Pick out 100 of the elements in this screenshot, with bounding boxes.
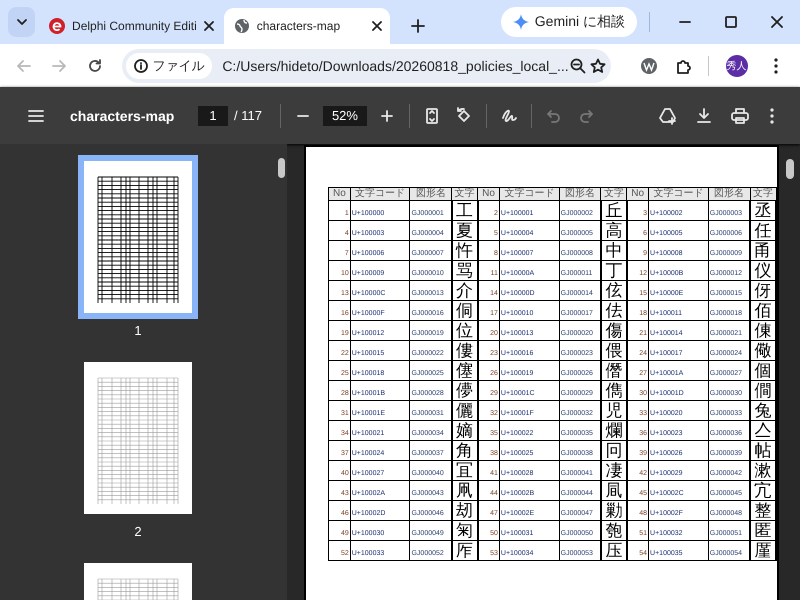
scrollbar-thumb[interactable]: [278, 158, 285, 178]
profile-avatar[interactable]: 秀人: [726, 54, 748, 76]
url-text: C:/Users/hideto/Downloads/20260818_policies_local_...: [222, 58, 569, 74]
back-arrow-icon: [16, 58, 32, 74]
character-cell: 介: [452, 280, 478, 300]
character-cell: 凄: [600, 460, 627, 480]
document-title: characters-map: [70, 108, 176, 124]
column-header: 文字: [600, 188, 627, 200]
character-cell: 伢: [750, 280, 776, 300]
browser-tab[interactable]: Delphi Community Editi: [39, 8, 222, 44]
more-icon: [770, 108, 774, 124]
character-cell: 夏: [452, 220, 478, 240]
character-cell: 爛: [600, 420, 627, 440]
close-icon: [204, 21, 214, 31]
character-cell: 冋: [600, 440, 627, 460]
character-cell: 冝: [452, 460, 478, 480]
maximize-icon: [725, 16, 737, 28]
character-cell: 位: [452, 320, 478, 340]
info-icon: [134, 58, 148, 72]
zoom-field[interactable]: 52%: [322, 106, 367, 126]
character-cell: 仪: [750, 260, 776, 280]
character-cell: 儷: [452, 400, 478, 420]
character-cell: 凧: [452, 480, 478, 500]
character-cell: 児: [600, 400, 627, 420]
character-cell: 丞: [750, 200, 776, 220]
tab-search-button[interactable]: [8, 7, 36, 37]
character-cell: 任: [750, 220, 776, 240]
reload-icon: [86, 58, 103, 74]
address-bar[interactable]: ファイル C:/Users/hideto/Downloads/20260818_policies_local_...: [122, 48, 612, 82]
character-cell: 压: [600, 540, 627, 560]
character-cell: 忤: [452, 240, 478, 260]
menu-icon: [28, 110, 44, 122]
character-cell: 凬: [600, 480, 627, 500]
character-cell: 偎: [600, 340, 627, 360]
caret-icon: [16, 18, 28, 26]
undo-icon: [546, 108, 562, 124]
rotate-icon: [454, 106, 473, 124]
column-header: 図形名: [410, 188, 452, 200]
character-cell: 整: [750, 500, 776, 520]
column-header: No: [478, 188, 500, 200]
character-cell: 丘: [600, 200, 627, 220]
character-cell: 僴: [750, 380, 776, 400]
character-cell: 個: [750, 360, 776, 380]
letter-e-logo-icon: [49, 18, 66, 34]
column-header: 文字コード: [350, 188, 410, 200]
page-thumbnail[interactable]: [84, 161, 192, 313]
character-cell: 倲: [750, 320, 776, 340]
character-cell: 佉: [600, 300, 627, 320]
character-cell: 帖: [750, 440, 776, 460]
character-cell: 厪: [750, 540, 776, 560]
character-cell: 中: [600, 240, 627, 260]
download-icon: [696, 108, 712, 124]
scrollbar-thumb[interactable]: [786, 159, 794, 179]
page-count: / 117: [234, 108, 262, 123]
site-info-chip[interactable]: ファイル: [126, 52, 212, 78]
sparkle-icon: [512, 14, 529, 30]
character-cell: 角: [452, 440, 478, 460]
character-cell: 僭: [600, 360, 627, 380]
column-header: 文字コード: [499, 188, 560, 200]
character-cell: 儁: [600, 380, 627, 400]
printer-icon: [731, 108, 749, 124]
globe-icon: [234, 18, 250, 34]
character-cell: 嫡: [452, 420, 478, 440]
page-label: 1: [134, 323, 142, 338]
fit-page-icon: [426, 108, 438, 124]
page-label: 2: [134, 524, 142, 539]
page-thumbnail[interactable]: [84, 362, 192, 514]
character-cell: 僂: [452, 340, 478, 360]
character-cell: 儚: [452, 380, 478, 400]
column-header: 文字: [452, 188, 478, 200]
character-cell: 漱: [750, 460, 776, 480]
column-header: 文字: [750, 188, 776, 200]
column-header: 図形名: [708, 188, 750, 200]
character-cell: 匊: [452, 520, 478, 540]
character-cell: 厏: [452, 540, 478, 560]
character-cell: 工: [452, 200, 478, 220]
character-cell: 侗: [452, 300, 478, 320]
character-cell: 甬: [750, 240, 776, 260]
gemini-button[interactable]: Gemini に相談: [500, 7, 637, 37]
pen-squiggle-icon: [500, 108, 517, 124]
character-cell: 丁: [600, 260, 627, 280]
character-cell: 儆: [750, 340, 776, 360]
character-cell: 傷: [600, 320, 627, 340]
character-cell: 亼: [750, 420, 776, 440]
browser-tab[interactable]: characters-map: [224, 8, 390, 44]
character-cell: 匿: [750, 520, 776, 540]
w-logo-icon: [640, 56, 658, 74]
page-number-field[interactable]: 1: [198, 106, 228, 126]
zoom-out-icon: [570, 58, 586, 74]
plus-icon: [411, 19, 426, 33]
plus-icon: [380, 110, 393, 122]
close-icon: [771, 16, 783, 28]
forward-arrow-icon: [51, 58, 68, 74]
character-cell: 佰: [750, 300, 776, 320]
column-header: No: [626, 188, 649, 200]
redo-icon: [578, 108, 594, 124]
column-header: No: [328, 188, 350, 200]
character-cell: 骂: [452, 260, 478, 280]
character-cell: 刼: [452, 500, 478, 520]
character-cell: 僿: [452, 360, 478, 380]
